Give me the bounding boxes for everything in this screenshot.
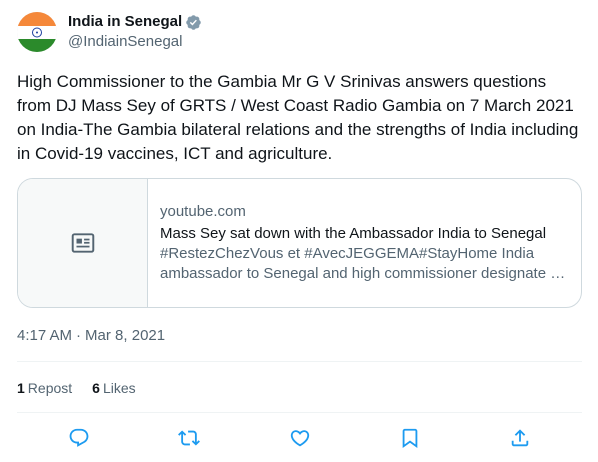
tweet-header: India in Senegal @IndiainSenegal bbox=[17, 12, 202, 52]
avatar[interactable] bbox=[17, 12, 57, 52]
reply-button[interactable] bbox=[62, 421, 96, 455]
handle[interactable]: @IndiainSenegal bbox=[68, 32, 202, 52]
india-flag-avatar-icon bbox=[17, 12, 57, 52]
action-bar bbox=[17, 418, 582, 458]
reposts-stat[interactable]: 1 Repost bbox=[17, 378, 72, 398]
tweet: India in Senegal @IndiainSenegal High Co… bbox=[0, 0, 598, 462]
tweet-date: Mar 8, 2021 bbox=[85, 327, 166, 344]
tweet-time: 4:17 AM bbox=[17, 327, 73, 344]
meta-separator: · bbox=[76, 327, 82, 344]
verified-badge-icon[interactable] bbox=[185, 14, 202, 31]
bookmark-button[interactable] bbox=[393, 421, 427, 455]
repost-icon bbox=[178, 430, 201, 446]
display-name[interactable]: India in Senegal bbox=[68, 12, 182, 32]
card-description: #RestezChezVous et #AvecJEGGEMA#StayHome… bbox=[160, 245, 568, 282]
article-icon bbox=[71, 233, 94, 253]
card-info: youtube.com Mass Sey sat down with the A… bbox=[148, 179, 581, 307]
name-row: India in Senegal bbox=[68, 12, 202, 32]
link-card[interactable]: youtube.com Mass Sey sat down with the A… bbox=[17, 178, 582, 308]
reposts-count: 1 bbox=[17, 380, 25, 396]
likes-count: 6 bbox=[92, 380, 100, 396]
tweet-stats: 1 Repost 6 Likes bbox=[17, 378, 156, 398]
share-button[interactable] bbox=[503, 421, 537, 455]
share-icon bbox=[511, 429, 529, 447]
like-icon bbox=[290, 430, 309, 447]
card-title: Mass Sey sat down with the Ambassador In… bbox=[160, 225, 547, 242]
bookmark-icon bbox=[402, 428, 418, 449]
repost-button[interactable] bbox=[172, 421, 206, 455]
tweet-timestamp[interactable]: 4:17 AM · Mar 8, 2021 bbox=[17, 326, 165, 346]
reposts-label: Repost bbox=[27, 380, 73, 396]
tweet-text: High Commissioner to the Gambia Mr G V S… bbox=[17, 72, 579, 163]
reply-icon bbox=[69, 428, 89, 447]
likes-label: Likes bbox=[102, 380, 136, 396]
divider-top bbox=[17, 361, 582, 362]
card-domain: youtube.com bbox=[160, 203, 246, 220]
like-button[interactable] bbox=[283, 421, 317, 455]
likes-stat[interactable]: 6 Likes bbox=[92, 378, 135, 398]
divider-bottom bbox=[17, 412, 582, 413]
card-thumbnail bbox=[18, 179, 148, 307]
account-names: India in Senegal @IndiainSenegal bbox=[68, 12, 202, 52]
